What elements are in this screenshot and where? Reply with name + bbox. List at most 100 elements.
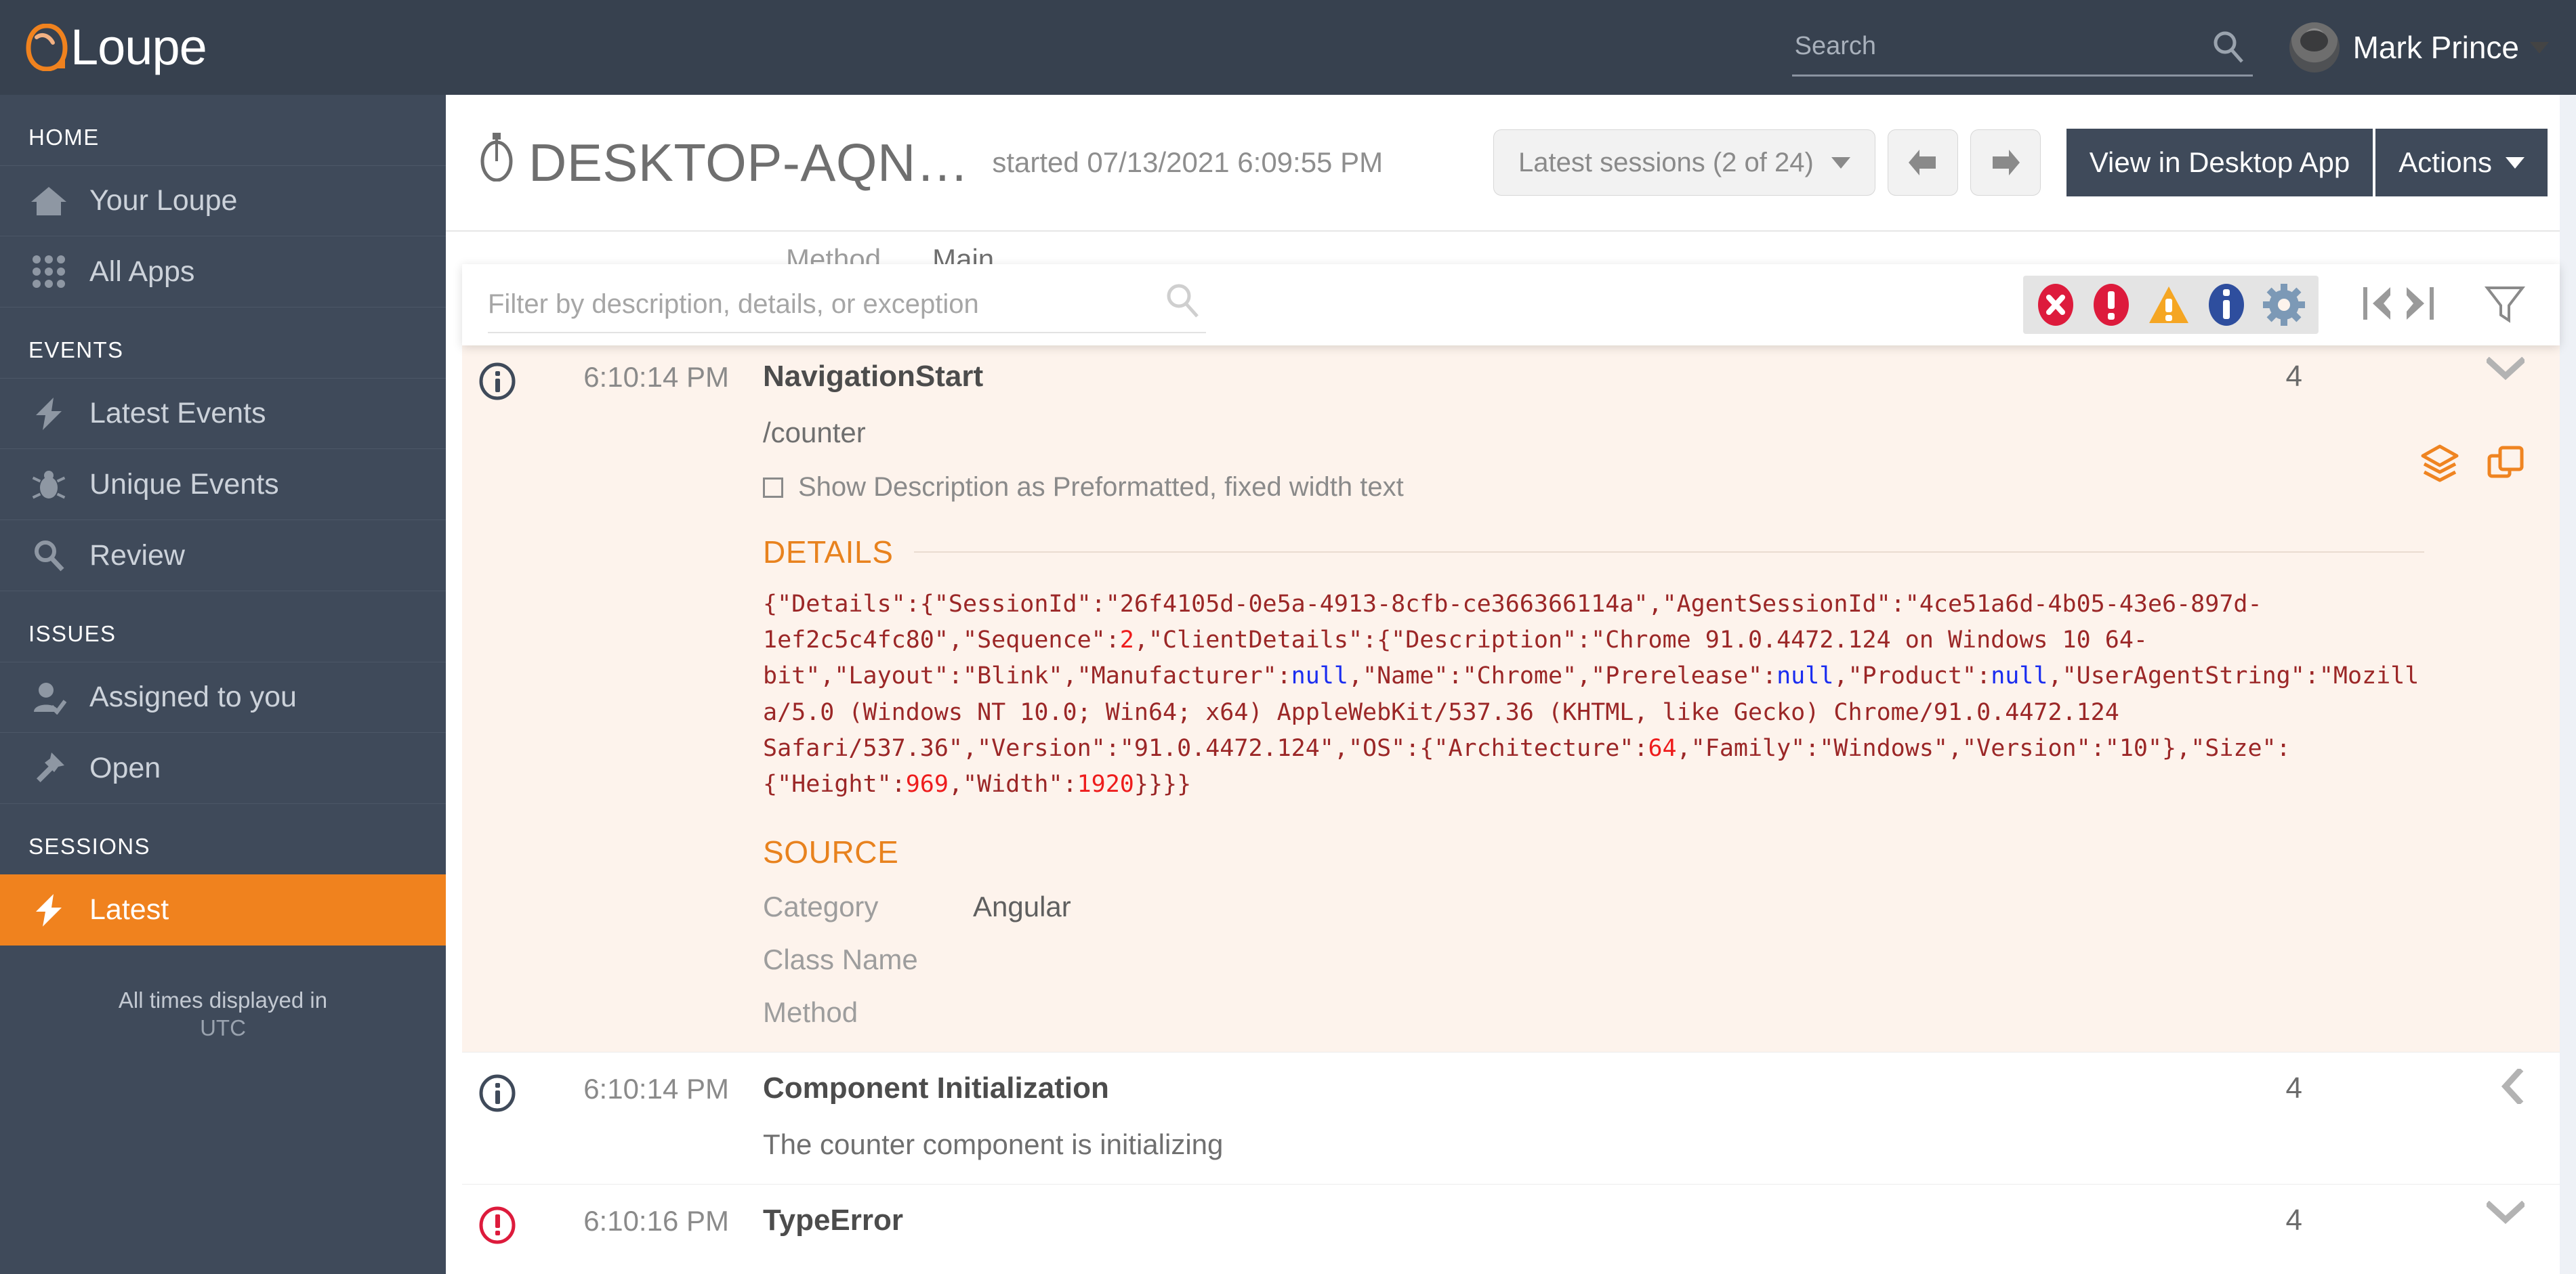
sidebar-item-label: Your Loupe <box>89 184 238 217</box>
grid-icon <box>28 253 69 291</box>
event-description: The counter component is initializing <box>763 1128 1224 1161</box>
sidebar-item-label: Open <box>89 751 161 784</box>
event-row-body: The counter component is initializing <box>462 1112 2560 1184</box>
chevron-down-icon <box>2506 156 2525 169</box>
event-row-header[interactable]: 6:10:14 PM NavigationStart 4 <box>462 341 2560 400</box>
chevron-down-icon <box>2530 41 2549 54</box>
event-row-header[interactable]: 6:10:14 PM Component Initialization 4 <box>462 1053 2560 1112</box>
global-search[interactable] <box>1791 18 2253 77</box>
sidebar-item-your-loupe[interactable]: Your Loupe <box>0 165 446 236</box>
sidebar-item-all-apps[interactable]: All Apps <box>0 236 446 307</box>
search-icon <box>28 536 69 574</box>
events-scroll-region[interactable]: Method Main Filter by description, detai… <box>446 230 2576 1274</box>
pager-icons <box>2361 283 2436 327</box>
checkbox[interactable] <box>763 477 783 498</box>
event-caption: TypeError <box>763 1204 904 1237</box>
source-row: Method <box>763 996 2560 1029</box>
top-bar-right: Mark Prince <box>1791 18 2549 77</box>
page-header-actions: Latest sessions (2 of 24) View in Deskto… <box>1493 129 2548 196</box>
main-content: DESKTOP-AQN… started 07/13/2021 6:09:55 … <box>446 95 2576 1274</box>
sidebar-item-label: Review <box>89 538 185 572</box>
loupe-logo-icon <box>26 23 68 72</box>
event-count: 4 <box>2285 1071 2302 1105</box>
sidebar-item-label: All Apps <box>89 255 195 288</box>
skip-to-first-icon[interactable] <box>2361 283 2396 327</box>
event-time: 6:10:16 PM <box>583 1205 729 1237</box>
show-preformatted-toggle[interactable]: Show Description as Preformatted, fixed … <box>763 449 2560 503</box>
source-key: Category <box>763 891 879 923</box>
severity-warning-icon[interactable] <box>2148 284 2190 326</box>
sidebar-item-label: Latest Events <box>89 397 266 429</box>
actions-button[interactable]: Actions <box>2375 129 2548 196</box>
vertical-scrollbar[interactable] <box>2560 95 2576 1274</box>
next-session-button[interactable] <box>1970 129 2041 196</box>
sidebar-item-open[interactable]: Open <box>0 733 446 804</box>
source-section-header: SOURCE <box>763 834 2424 870</box>
timezone-value: UTC <box>200 1015 246 1041</box>
user-check-icon <box>28 679 69 717</box>
sidebar-group-sessions: SESSIONS <box>28 834 150 859</box>
layers-icon[interactable] <box>2419 442 2461 488</box>
source-value: Angular <box>973 891 1071 923</box>
source-heading: SOURCE <box>763 834 899 870</box>
actions-label: Actions <box>2398 146 2492 178</box>
severity-error-icon[interactable] <box>2092 282 2130 327</box>
event-row-header[interactable]: 6:10:16 PM TypeError 4 <box>462 1185 2560 1244</box>
details-heading: DETAILS <box>763 534 894 570</box>
brand-name: Loupe <box>70 19 207 75</box>
bug-icon <box>28 465 69 503</box>
skip-to-last-icon[interactable] <box>2401 283 2436 327</box>
avatar <box>2289 22 2340 72</box>
sidebar-item-label: Assigned to you <box>89 681 297 713</box>
sidebar-group-home: HOME <box>28 125 100 150</box>
filter-field[interactable] <box>488 276 1206 333</box>
severity-verbose-icon[interactable] <box>2263 284 2305 326</box>
copy-icon[interactable] <box>2485 442 2527 488</box>
user-menu[interactable]: Mark Prince <box>2289 22 2549 72</box>
details-json: {"Details":{"SessionId":"26f4105d-0e5a-4… <box>763 591 2419 798</box>
event-description: /counter <box>763 417 866 448</box>
details-section-header: DETAILS <box>763 534 2424 570</box>
event-row-tools <box>2419 442 2527 488</box>
sidebar-item-latest[interactable]: Latest <box>0 874 476 946</box>
sidebar-item-assigned-to-you[interactable]: Assigned to you <box>0 662 446 733</box>
view-in-desktop-app-button[interactable]: View in Desktop App <box>2066 129 2373 196</box>
filter-input[interactable] <box>488 289 1138 320</box>
sidebar-item-latest-events[interactable]: Latest Events <box>0 378 446 449</box>
event-count: 4 <box>2285 1204 2302 1237</box>
sidebar-footer: All times displayed in UTC <box>0 946 446 1042</box>
expand-row-chevron-left-icon[interactable] <box>2500 1067 2525 1107</box>
source-row: Class Name <box>763 943 2560 976</box>
previous-session-button[interactable] <box>1887 129 1958 196</box>
severity-critical-icon[interactable] <box>2037 282 2075 327</box>
search-icon[interactable] <box>2211 29 2246 68</box>
event-list: 6:10:14 PM NavigationStart 4 /counter Sh… <box>462 340 2560 1245</box>
page-title: DESKTOP-AQN… <box>478 131 969 194</box>
source-key: Method <box>763 996 858 1029</box>
sessions-select[interactable]: Latest sessions (2 of 24) <box>1493 129 1875 196</box>
sidebar-item-unique-events[interactable]: Unique Events <box>0 449 446 520</box>
home-icon <box>28 182 69 220</box>
search-input[interactable] <box>1791 32 2172 61</box>
severity-error-icon <box>462 1204 533 1244</box>
user-name: Mark Prince <box>2352 30 2519 65</box>
brand-logo-link[interactable]: Loupe <box>26 22 207 72</box>
event-caption: Component Initialization <box>763 1071 1109 1105</box>
filter-bar <box>462 264 2560 345</box>
severity-information-icon <box>462 360 533 400</box>
collapse-row-chevron-down-icon[interactable] <box>2485 1200 2527 1229</box>
event-count: 4 <box>2285 360 2302 393</box>
collapse-row-chevron-down-icon[interactable] <box>2485 356 2527 385</box>
sidebar-item-label: Latest <box>89 893 169 926</box>
page-header: DESKTOP-AQN… started 07/13/2021 6:09:55 … <box>446 95 2576 230</box>
search-icon[interactable] <box>1164 282 1202 323</box>
sidebar-item-review[interactable]: Review <box>0 520 446 591</box>
severity-information-icon[interactable] <box>2207 282 2245 327</box>
filter-funnel-icon[interactable] <box>2484 282 2526 328</box>
table-row[interactable]: 6:10:14 PM Component Initialization 4 Th… <box>462 1052 2560 1185</box>
event-row-body: /counter Show Description as Preformatte… <box>462 400 2560 1052</box>
sidebar: HOME Your Loupe All Apps EVENTS Latest E… <box>0 95 476 1274</box>
table-row[interactable]: 6:10:14 PM NavigationStart 4 /counter Sh… <box>462 340 2560 1053</box>
session-name: DESKTOP-AQN… <box>528 132 970 192</box>
table-row[interactable]: 6:10:16 PM TypeError 4 <box>462 1184 2560 1245</box>
